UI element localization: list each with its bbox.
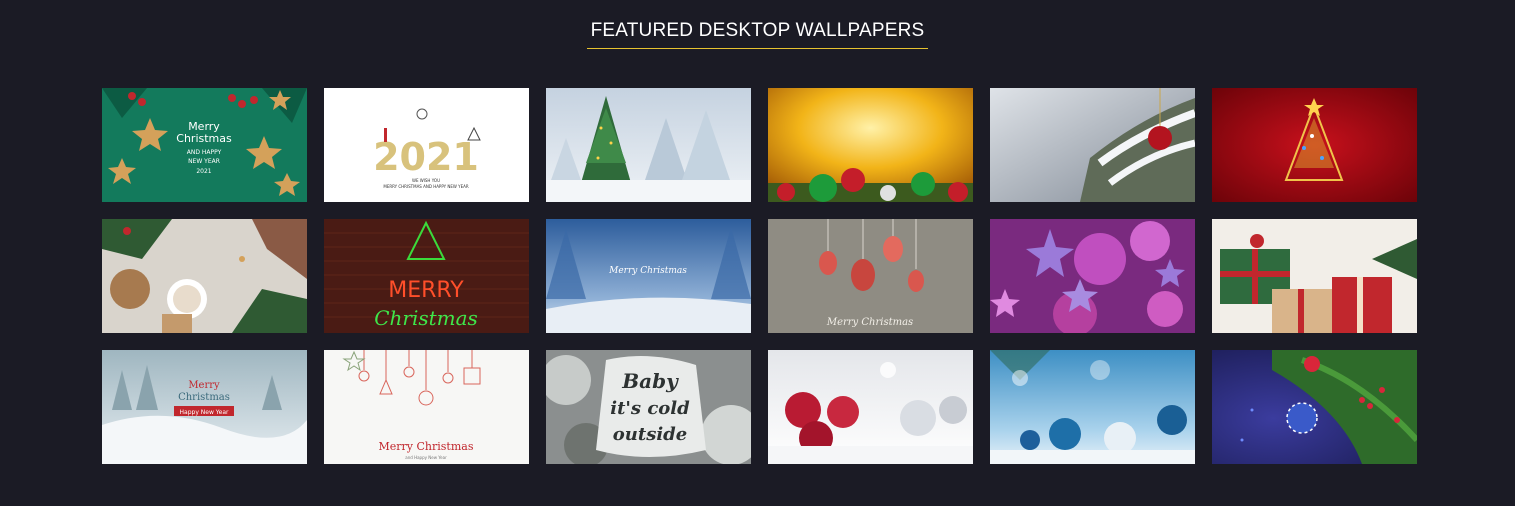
wallpaper-thumb-13[interactable]: Merry Christmas Happy New Year xyxy=(102,350,307,464)
wallpaper-2-line-3: MERRY CHRISTMAS AND HAPPY NEW YEAR xyxy=(383,184,468,189)
wallpaper-thumb-14[interactable]: Merry Christmas and Happy New Year xyxy=(324,350,529,464)
wallpaper-thumb-8[interactable]: MERRY Christmas xyxy=(324,219,529,333)
wallpaper-1-line-3: AND HAPPY xyxy=(187,149,222,156)
wallpaper-image-2: 2021 WE WISH YOU MERRY CHRISTMAS AND HAP… xyxy=(324,88,529,202)
wallpaper-thumb-6[interactable] xyxy=(1212,88,1417,202)
wallpaper-thumb-3[interactable] xyxy=(546,88,751,202)
wallpaper-image-6 xyxy=(1212,88,1417,202)
wallpaper-14-line-2: and Happy New Year xyxy=(405,455,447,460)
wallpaper-14-line-1: Merry Christmas xyxy=(379,440,474,453)
wallpaper-15-line-3: outside xyxy=(613,424,687,445)
wallpaper-8-line-1: MERRY xyxy=(388,278,464,303)
wallpaper-image-12 xyxy=(1212,219,1417,333)
wallpaper-image-9: Merry Christmas xyxy=(546,219,751,333)
wallpaper-thumb-9[interactable]: Merry Christmas xyxy=(546,219,751,333)
wallpaper-thumb-2[interactable]: 2021 WE WISH YOU MERRY CHRISTMAS AND HAP… xyxy=(324,88,529,202)
wallpaper-thumb-7[interactable] xyxy=(102,219,307,333)
wallpaper-1-line-5: 2021 xyxy=(196,168,211,175)
wallpaper-thumb-11[interactable] xyxy=(990,219,1195,333)
wallpaper-15-line-2: it's cold xyxy=(610,398,690,419)
wallpaper-thumb-4[interactable] xyxy=(768,88,973,202)
wallpaper-image-14: Merry Christmas and Happy New Year xyxy=(324,350,529,464)
wallpaper-thumb-18[interactable] xyxy=(1212,350,1417,464)
wallpaper-1-line-4: NEW YEAR xyxy=(188,158,220,165)
wallpaper-9-line-1: Merry Christmas xyxy=(608,266,687,276)
wallpaper-image-1: Merry Christmas AND HAPPY NEW YEAR 2021 xyxy=(102,88,307,202)
section-heading: FEATURED DESKTOP WALLPAPERS xyxy=(0,20,1515,49)
wallpaper-image-10: Merry Christmas xyxy=(768,219,973,333)
section-title: FEATURED DESKTOP WALLPAPERS xyxy=(586,20,929,49)
wallpaper-image-15: Baby it's cold outside xyxy=(546,350,751,464)
wallpaper-13-line-1: Merry xyxy=(188,380,220,391)
wallpaper-image-4 xyxy=(768,88,973,202)
wallpaper-image-11 xyxy=(990,219,1195,333)
wallpaper-image-16 xyxy=(768,350,973,464)
wallpaper-grid: Merry Christmas AND HAPPY NEW YEAR 2021 … xyxy=(102,88,1417,464)
wallpaper-2-line-1: 2021 xyxy=(373,135,479,179)
wallpaper-thumb-16[interactable] xyxy=(768,350,973,464)
featured-wallpapers-section: FEATURED DESKTOP WALLPAPERS Merry Christ… xyxy=(0,0,1515,506)
wallpaper-10-line-1: Merry Christmas xyxy=(826,317,913,328)
wallpaper-image-3 xyxy=(546,88,751,202)
wallpaper-image-18 xyxy=(1212,350,1417,464)
wallpaper-thumb-5[interactable] xyxy=(990,88,1195,202)
wallpaper-image-8: MERRY Christmas xyxy=(324,219,529,333)
wallpaper-image-13: Merry Christmas Happy New Year xyxy=(102,350,307,464)
wallpaper-2-line-2: WE WISH YOU xyxy=(412,178,440,183)
wallpaper-thumb-12[interactable] xyxy=(1212,219,1417,333)
wallpaper-image-17 xyxy=(990,350,1195,464)
wallpaper-thumb-10[interactable]: Merry Christmas xyxy=(768,219,973,333)
wallpaper-13-line-2: Christmas xyxy=(178,392,230,403)
wallpaper-image-5 xyxy=(990,88,1195,202)
wallpaper-1-line-2: Christmas xyxy=(176,132,232,145)
wallpaper-image-7 xyxy=(102,219,307,333)
wallpaper-thumb-1[interactable]: Merry Christmas AND HAPPY NEW YEAR 2021 xyxy=(102,88,307,202)
wallpaper-15-line-1: Baby xyxy=(621,369,679,393)
wallpaper-13-line-3: Happy New Year xyxy=(180,409,229,416)
wallpaper-thumb-17[interactable] xyxy=(990,350,1195,464)
wallpaper-8-line-2: Christmas xyxy=(374,306,478,330)
wallpaper-thumb-15[interactable]: Baby it's cold outside xyxy=(546,350,751,464)
